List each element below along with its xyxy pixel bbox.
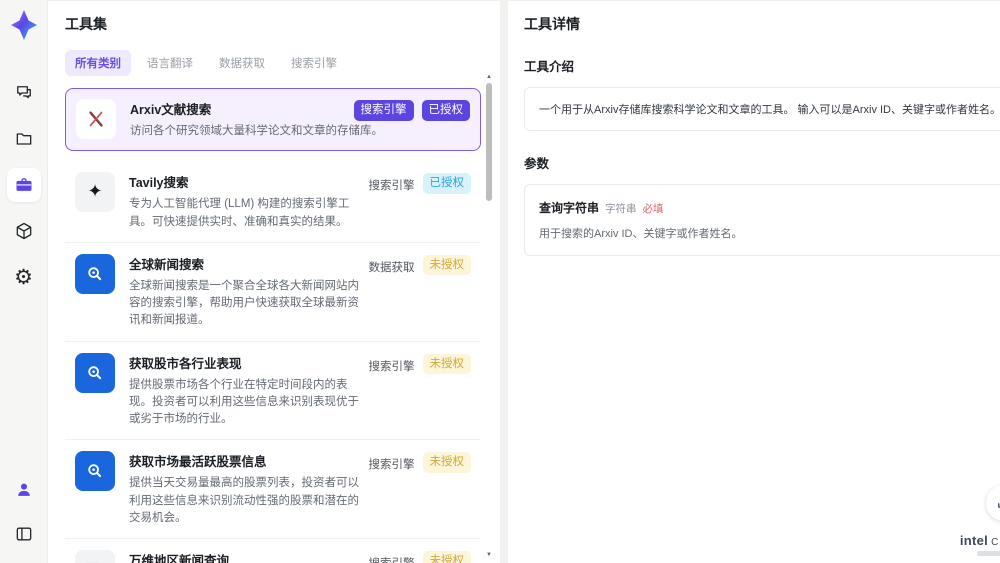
panel-toggle-icon[interactable] [7,517,41,551]
sparkle-icon: ✦ [75,172,115,213]
tool-card-text: 获取股市各行业表现 提供股票市场各个行业在特定时间段内的表现。投资者可以利用这些… [129,353,361,429]
tool-card-text: Arxiv文献搜索 访问各个研究领域大量科学论文和文章的存储库。 [130,99,383,140]
app-logo-icon [10,10,37,40]
tool-list: Arxiv文献搜索 访问各个研究领域大量科学论文和文章的存储库。 搜索引擎 已授… [65,88,481,563]
tool-card-arxiv[interactable]: Arxiv文献搜索 访问各个研究领域大量科学论文和文章的存储库。 搜索引擎 已授… [65,88,481,152]
folder-icon[interactable] [7,122,41,156]
tool-list-panel: 工具集 所有类别 语言翻译 数据获取 搜索引擎 Arxiv文献搜索 访问各个研究… [48,0,500,563]
scrollbar-thumb[interactable] [486,83,492,201]
tool-card-active-stocks[interactable]: 获取市场最活跃股票信息 提供当天交易量最高的股票列表，投资者可以利用这些信息来识… [65,440,481,539]
tool-card-badges: 搜索引擎 已授权 [353,99,470,121]
intel-wordmark: intel [959,533,989,548]
user-icon[interactable] [7,473,41,507]
gear-icon[interactable]: ⚙ [7,260,41,294]
intel-core-sub-mark [976,551,1000,556]
magnifier-app-icon [75,451,115,492]
param-name: 查询字符串 [539,201,600,215]
cube-icon[interactable] [7,214,41,248]
chat-icon[interactable] [7,76,41,110]
tool-card-badges: 数据获取 未授权 [368,254,471,279]
tool-card-badges: 搜索引擎 未授权 [369,550,471,563]
list-scrollbar[interactable]: ▲ ▼ [484,73,494,559]
tool-desc: 提供股票市场各个行业在特定时间段内的表现。投资者可以利用这些信息来识别表现优于或… [129,378,359,426]
detail-title: 工具详情 [524,16,580,32]
tool-card-text: 全球新闻搜索 全球新闻搜索是一个聚合全球各大新闻网站内容的搜索引擎，帮助用户快速… [129,254,361,330]
tool-desc: 访问各个研究领域大量科学论文和文章的存储库。 [130,125,383,137]
tab-data-acquisition[interactable]: 数据获取 [209,50,275,76]
newspaper-icon [75,550,115,563]
page-title: 工具集 [65,16,107,32]
briefcase-icon[interactable] [6,168,41,202]
core-wordmark: CORE [991,537,1000,548]
param-desc: 用于搜索的Arxiv ID、关键字或作者姓名。 [539,228,743,240]
category-tabs: 所有类别 语言翻译 数据获取 搜索引擎 [65,50,500,76]
tab-search-engine[interactable]: 搜索引擎 [281,50,347,76]
tool-card-text: Tavily搜索 专为人工智能代理 (LLM) 构建的搜索引擎工具。可快速提供实… [129,172,361,231]
nav-rail: ⚙ [0,0,48,563]
tool-desc: 全球新闻搜索是一个聚合全球各大新闻网站内容的搜索引擎，帮助用户快速获取全球最新资… [129,279,359,327]
status-badge: 未授权 [422,353,471,375]
status-badge: 已授权 [421,100,470,121]
tab-language-translation[interactable]: 语言翻译 [137,50,203,76]
tool-name: 全球新闻搜索 [129,257,205,272]
param-required-badge: 必填 [642,203,664,215]
category-badge: 搜索引擎 [353,100,414,121]
tab-all-categories[interactable]: 所有类别 [65,50,131,76]
app-window: ⚙ 工具集 所有类别 语言翻译 数据获取 搜索引擎 Arxiv文献搜索 访问各个… [0,0,1000,563]
intel-core-logo: intel CORE [960,533,1000,556]
tool-card-text: 万维地区新闻查询 查询具体行政区划内的新闻，快速了解各地新闻动 [129,550,361,563]
scroll-up-icon[interactable]: ▲ [484,73,494,81]
tool-card-sector-performance[interactable]: 获取股市各行业表现 提供股票市场各个行业在特定时间段内的表现。投资者可以利用这些… [65,341,481,441]
tool-desc: 提供当天交易量最高的股票列表，投资者可以利用这些信息来识别流动性强的股票和潜在的… [129,477,359,524]
download-button[interactable] [986,485,1000,521]
param-head: 查询字符串 字符串 必填 [539,199,1000,216]
tool-name: 获取市场最活跃股票信息 [129,455,267,470]
panel-divider [500,0,508,563]
intro-box: 一个用于从Arxiv存储库搜索科学论文和文章的工具。 输入可以是Arxiv ID… [524,87,1000,131]
category-label: 搜索引擎 [368,459,415,472]
param-box: 查询字符串 字符串 必填 用于搜索的Arxiv ID、关键字或作者姓名。 [524,184,1000,256]
tool-card-badges: 搜索引擎 未授权 [368,451,471,476]
tool-card-badges: 搜索引擎 已授权 [368,172,471,197]
nav-rail-bottom [7,473,41,551]
status-badge: 未授权 [422,551,471,563]
tool-detail-panel: 工具详情 工具介绍 一个用于从Arxiv存储库搜索科学论文和文章的工具。 输入可… [508,0,1000,563]
tool-name: 万维地区新闻查询 [129,554,230,563]
scroll-down-icon[interactable]: ▼ [484,551,494,559]
download-icon [998,503,1000,508]
magnifier-app-icon [75,352,115,393]
tool-card-text: 获取市场最活跃股票信息 提供当天交易量最高的股票列表，投资者可以利用这些信息来识… [129,451,361,527]
status-badge: 已授权 [422,173,471,194]
param-type: 字符串 [605,203,637,215]
arxiv-logo-icon [76,99,116,139]
magnifier-app-icon [75,253,115,294]
category-label: 搜索引擎 [368,180,415,193]
status-badge: 未授权 [422,254,471,276]
tool-card-tavily[interactable]: ✦ Tavily搜索 专为人工智能代理 (LLM) 构建的搜索引擎工具。可快速提… [65,161,481,243]
params-heading: 参数 [524,157,550,171]
sparkle-glyph: ✦ [87,181,103,203]
tool-name: Arxiv文献搜索 [130,103,212,117]
tool-name: Tavily搜索 [129,176,189,191]
nav-items: ⚙ [6,76,41,294]
intro-heading: 工具介绍 [524,60,575,74]
category-label: 数据获取 [368,261,415,274]
category-label: 搜索引擎 [368,360,415,373]
status-badge: 未授权 [422,452,471,473]
tool-desc: 专为人工智能代理 (LLM) 构建的搜索引擎工具。可快速提供实时、准确和真实的结… [129,198,350,228]
tool-card-badges: 搜索引擎 未授权 [368,353,471,378]
category-label: 搜索引擎 [369,551,415,563]
tool-card-regional-news[interactable]: 万维地区新闻查询 查询具体行政区划内的新闻，快速了解各地新闻动 搜索引擎 未授权 [65,539,481,563]
gear-glyph: ⚙ [14,264,33,289]
tool-card-global-news[interactable]: 全球新闻搜索 全球新闻搜索是一个聚合全球各大新闻网站内容的搜索引擎，帮助用户快速… [65,242,481,342]
tool-name: 获取股市各行业表现 [129,356,242,371]
